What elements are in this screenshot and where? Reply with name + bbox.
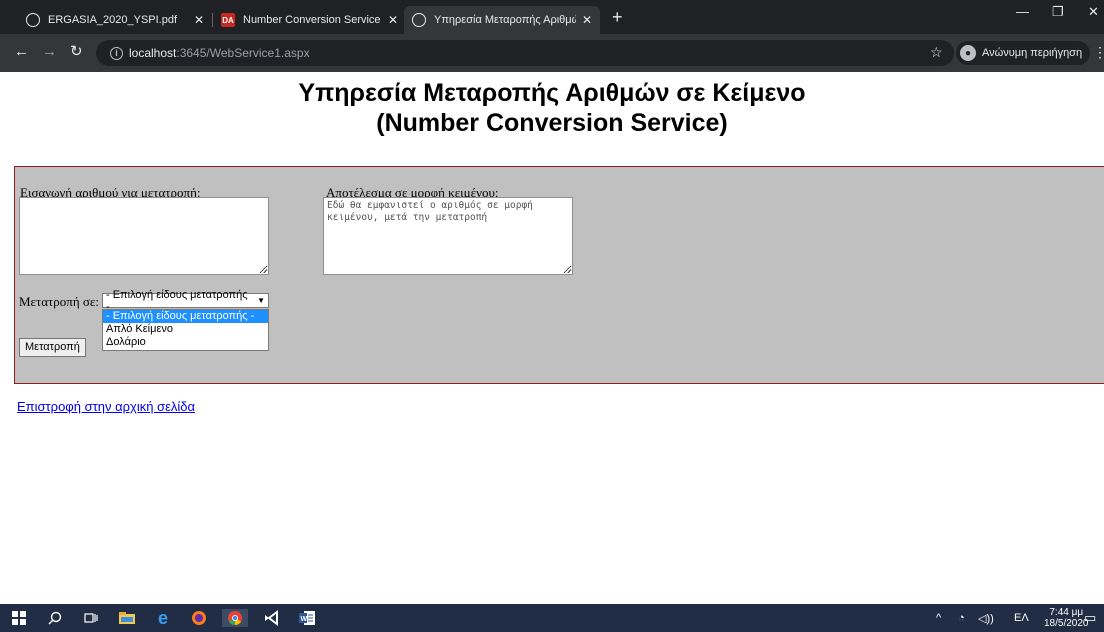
dropdown-option[interactable]: Απλό Κείμενο — [103, 323, 268, 336]
conversion-panel: Εισαγωγή αριθμού για μετατροπή: Αποτέλεσ… — [14, 166, 1104, 384]
number-input[interactable] — [19, 197, 269, 275]
address-bar[interactable]: i localhost:3645/WebService1.aspx — [96, 40, 954, 66]
tab-active-service[interactable]: Υπηρεσία Μεταροπής Αριθμών ✕ — [404, 6, 600, 34]
url-host: localhost — [129, 46, 177, 60]
browser-toolbar: ← → ↻ i localhost:3645/WebService1.aspx … — [0, 34, 1104, 72]
tab-title: ERGASIA_2020_YSPI.pdf — [48, 14, 178, 26]
page-title-line1: Υπηρεσία Μεταροπής Αριθμών σε Κείμενο — [298, 79, 806, 107]
close-icon[interactable]: ✕ — [582, 13, 592, 27]
close-icon[interactable]: ✕ — [194, 13, 204, 27]
window-close-icon[interactable]: ✕ — [1088, 4, 1099, 20]
globe-icon — [412, 13, 426, 27]
edge-browser-icon[interactable]: e — [154, 608, 172, 628]
file-explorer-icon[interactable] — [118, 609, 136, 627]
word-icon[interactable]: W — [298, 609, 316, 627]
page-title: Υπηρεσία Μεταροπής Αριθμών σε Κείμενο (N… — [0, 78, 1104, 138]
incognito-profile-button[interactable]: ● Ανώνυμη περιήγηση — [956, 41, 1091, 65]
dropdown-option[interactable]: - Επιλογή είδους μετατροπής - — [103, 310, 268, 323]
convert-button[interactable]: Μετατροπή — [19, 338, 86, 357]
url-path: :3645/WebService1.aspx — [176, 46, 310, 60]
firefox-icon[interactable] — [190, 609, 208, 627]
back-arrow-icon[interactable]: ← — [14, 44, 29, 60]
conversion-type-dropdown: - Επιλογή είδους μετατροπής - Απλό Κείμε… — [102, 309, 269, 351]
page-content: Υπηρεσία Μεταροπής Αριθμών σε Κείμενο (N… — [0, 72, 1104, 604]
info-icon[interactable]: i — [110, 46, 123, 60]
tab-title: Υπηρεσία Μεταροπής Αριθμών — [434, 14, 576, 26]
page-title-line2: (Number Conversion Service) — [376, 109, 728, 137]
browser-tab-strip: ERGASIA_2020_YSPI.pdf ✕ DA Number Conver… — [0, 0, 1104, 34]
tab-title: Number Conversion Service — [243, 14, 381, 26]
dropdown-option[interactable]: Δολάριο — [103, 336, 268, 349]
dropdown-arrow-icon: ▼ — [257, 296, 265, 305]
wifi-icon[interactable]: ◔ — [958, 612, 965, 624]
system-clock[interactable]: 7:44 μμ 18/5/2020 — [1044, 607, 1089, 629]
da-favicon-icon: DA — [221, 13, 235, 27]
result-textarea[interactable]: Εδώ θα εμφανιστεί ο αριθμός σε μορφή κει… — [323, 197, 573, 275]
search-icon[interactable] — [46, 609, 64, 627]
volume-icon[interactable]: ◁)) — [978, 612, 994, 625]
language-indicator[interactable]: ΕΛ — [1014, 612, 1029, 624]
conversion-type-select[interactable]: - Επιλογή είδους μετατροπής - ▼ — [102, 289, 269, 313]
task-view-icon[interactable] — [82, 609, 100, 627]
profile-label: Ανώνυμη περιήγηση — [982, 47, 1083, 59]
forward-arrow-icon[interactable]: → — [42, 44, 57, 60]
globe-icon — [26, 13, 40, 27]
tab-number-conversion[interactable]: DA Number Conversion Service ✕ — [213, 6, 406, 34]
restore-icon[interactable]: ❐ — [1052, 4, 1064, 20]
close-icon[interactable]: ✕ — [388, 13, 398, 27]
minimize-icon[interactable]: — — [1016, 4, 1029, 19]
convert-to-label: Μετατροπή σε: — [19, 294, 99, 309]
visual-studio-icon[interactable] — [262, 609, 280, 627]
notifications-icon[interactable]: ▭ — [1084, 610, 1096, 626]
windows-taskbar: e W ^ ◔ ◁)) ΕΛ 7:44 μμ 18/5/2020 ▭ — [0, 604, 1104, 632]
clock-date: 18/5/2020 — [1044, 618, 1089, 629]
clock-time: 7:44 μμ — [1049, 607, 1084, 618]
tab-pdf[interactable]: ERGASIA_2020_YSPI.pdf ✕ — [18, 6, 212, 34]
back-home-link[interactable]: Επιστροφή στην αρχική σελίδα — [17, 399, 195, 414]
incognito-icon: ● — [960, 45, 976, 61]
tray-chevron-icon[interactable]: ^ — [936, 612, 941, 624]
chrome-icon[interactable] — [222, 609, 248, 627]
svg-text:W: W — [301, 616, 308, 623]
menu-kebab-icon[interactable]: ⋮ — [1093, 44, 1104, 61]
bookmark-star-icon[interactable]: ☆ — [930, 44, 943, 61]
windows-start-icon[interactable] — [10, 609, 28, 627]
reload-icon[interactable]: ↻ — [70, 44, 83, 60]
new-tab-button[interactable]: + — [612, 8, 623, 26]
